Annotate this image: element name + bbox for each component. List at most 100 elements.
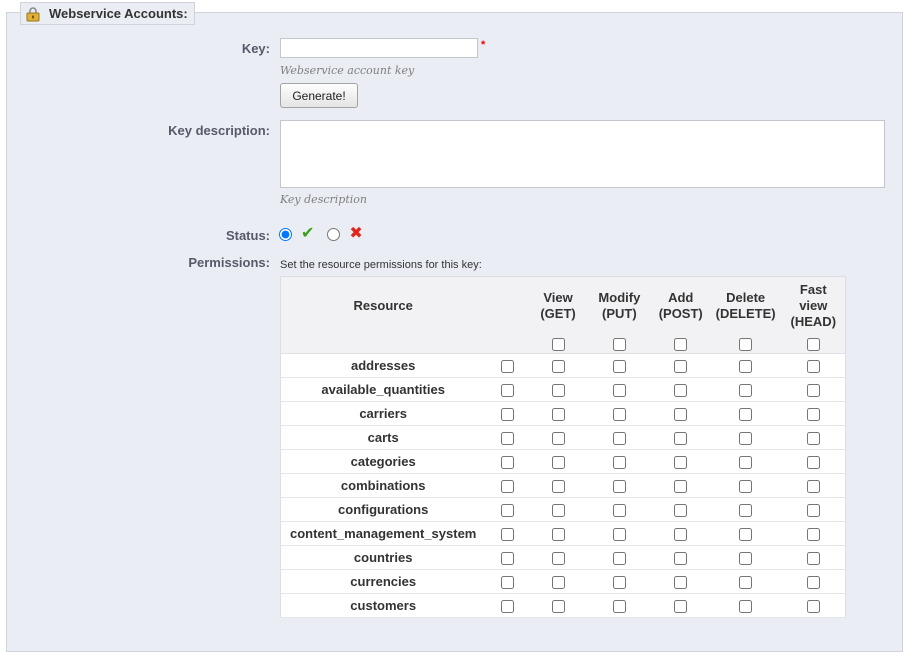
delete-checkbox[interactable] <box>739 479 753 493</box>
delete-checkbox[interactable] <box>739 551 753 565</box>
fast-view-checkbox[interactable] <box>806 383 820 397</box>
required-mark: * <box>481 39 486 51</box>
view-checkbox[interactable] <box>551 359 565 373</box>
row-all-checkbox[interactable] <box>500 479 514 493</box>
status-disabled-radio[interactable] <box>327 227 341 241</box>
add-checkbox[interactable] <box>674 383 688 397</box>
row-all-checkbox[interactable] <box>500 503 514 517</box>
view-checkbox[interactable] <box>551 599 565 613</box>
row-all-checkbox[interactable] <box>500 455 514 469</box>
all-view-checkbox[interactable] <box>551 337 565 351</box>
modify-checkbox[interactable] <box>612 503 626 517</box>
delete-checkbox[interactable] <box>739 407 753 421</box>
modify-checkbox[interactable] <box>612 599 626 613</box>
add-checkbox[interactable] <box>674 575 688 589</box>
permissions-label: Permissions: <box>188 255 270 270</box>
delete-checkbox[interactable] <box>739 431 753 445</box>
row-all-checkbox[interactable] <box>500 383 514 397</box>
add-checkbox[interactable] <box>674 527 688 541</box>
all-modify-checkbox[interactable] <box>612 337 626 351</box>
view-checkbox[interactable] <box>551 383 565 397</box>
view-checkbox[interactable] <box>551 527 565 541</box>
permissions-hint: Set the resource permissions for this ke… <box>280 259 482 271</box>
add-checkbox[interactable] <box>674 551 688 565</box>
fast-view-checkbox[interactable] <box>806 575 820 589</box>
all-delete-checkbox[interactable] <box>739 337 753 351</box>
resource-name: configurations <box>280 497 486 522</box>
view-checkbox[interactable] <box>551 479 565 493</box>
fast-view-checkbox[interactable] <box>806 455 820 469</box>
fast-view-checkbox[interactable] <box>806 359 820 373</box>
view-checkbox[interactable] <box>551 431 565 445</box>
delete-checkbox[interactable] <box>739 503 753 517</box>
row-all-checkbox[interactable] <box>500 551 514 565</box>
row-all-checkbox[interactable] <box>500 431 514 445</box>
fast-view-checkbox[interactable] <box>806 407 820 421</box>
fast-view-checkbox[interactable] <box>806 479 820 493</box>
modify-checkbox[interactable] <box>612 383 626 397</box>
modify-checkbox[interactable] <box>612 527 626 541</box>
fast-view-checkbox[interactable] <box>806 527 820 541</box>
view-checkbox[interactable] <box>551 503 565 517</box>
fast-view-checkbox[interactable] <box>806 431 820 445</box>
fast-view-header: Fast view (HEAD) <box>781 276 846 334</box>
description-hint: Key description <box>280 193 367 206</box>
all-fast-view-checkbox[interactable] <box>806 337 820 351</box>
modify-checkbox[interactable] <box>612 407 626 421</box>
add-checkbox[interactable] <box>674 479 688 493</box>
view-checkbox[interactable] <box>551 455 565 469</box>
table-row: configurations <box>280 497 846 522</box>
permissions-table: Resource View (GET) Modify (PUT) Add (POST)… <box>280 276 846 618</box>
modify-checkbox[interactable] <box>612 359 626 373</box>
all-add-checkbox[interactable] <box>674 337 688 351</box>
row-all-checkbox[interactable] <box>500 407 514 421</box>
row-all-checkbox[interactable] <box>500 599 514 613</box>
resource-name: categories <box>280 449 486 474</box>
modify-checkbox[interactable] <box>612 551 626 565</box>
add-checkbox[interactable] <box>674 407 688 421</box>
key-input[interactable] <box>280 38 478 58</box>
delete-checkbox[interactable] <box>739 599 753 613</box>
add-checkbox[interactable] <box>674 503 688 517</box>
delete-checkbox[interactable] <box>739 455 753 469</box>
view-checkbox[interactable] <box>551 575 565 589</box>
key-hint: Webservice account key <box>280 64 415 77</box>
view-header: View (GET) <box>529 276 587 334</box>
permissions-header-row: Resource View (GET) Modify (PUT) Add (POST)… <box>280 276 846 334</box>
cross-icon: ✖ <box>349 225 363 242</box>
modify-checkbox[interactable] <box>612 575 626 589</box>
add-header: Add (POST) <box>651 276 710 334</box>
select-all-row <box>280 334 846 354</box>
add-checkbox[interactable] <box>674 431 688 445</box>
delete-checkbox[interactable] <box>739 383 753 397</box>
delete-checkbox[interactable] <box>739 575 753 589</box>
generate-button[interactable]: Generate! <box>280 83 358 108</box>
fast-view-checkbox[interactable] <box>806 551 820 565</box>
view-checkbox[interactable] <box>551 407 565 421</box>
checkmark-icon: ✔ <box>301 225 315 242</box>
table-row: countries <box>280 545 846 570</box>
fast-view-checkbox[interactable] <box>806 599 820 613</box>
view-checkbox[interactable] <box>551 551 565 565</box>
delete-checkbox[interactable] <box>739 359 753 373</box>
fast-view-checkbox[interactable] <box>806 503 820 517</box>
modify-checkbox[interactable] <box>612 479 626 493</box>
table-row: content_management_system <box>280 521 846 546</box>
resource-name: addresses <box>280 353 486 378</box>
add-checkbox[interactable] <box>674 359 688 373</box>
status-enabled-radio[interactable] <box>279 227 292 241</box>
row-all-checkbox[interactable] <box>500 527 514 541</box>
resource-header: Resource <box>280 276 486 334</box>
description-textarea[interactable] <box>280 120 885 188</box>
legend-title: Webservice Accounts: <box>49 6 188 21</box>
add-checkbox[interactable] <box>674 455 688 469</box>
add-checkbox[interactable] <box>674 599 688 613</box>
modify-checkbox[interactable] <box>612 455 626 469</box>
delete-checkbox[interactable] <box>739 527 753 541</box>
status-group: ✔ ✖ <box>279 225 376 243</box>
row-all-checkbox[interactable] <box>500 575 514 589</box>
row-all-checkbox[interactable] <box>500 359 514 373</box>
table-row: carriers <box>280 401 846 426</box>
resource-name: available_quantities <box>280 377 486 402</box>
modify-checkbox[interactable] <box>612 431 626 445</box>
